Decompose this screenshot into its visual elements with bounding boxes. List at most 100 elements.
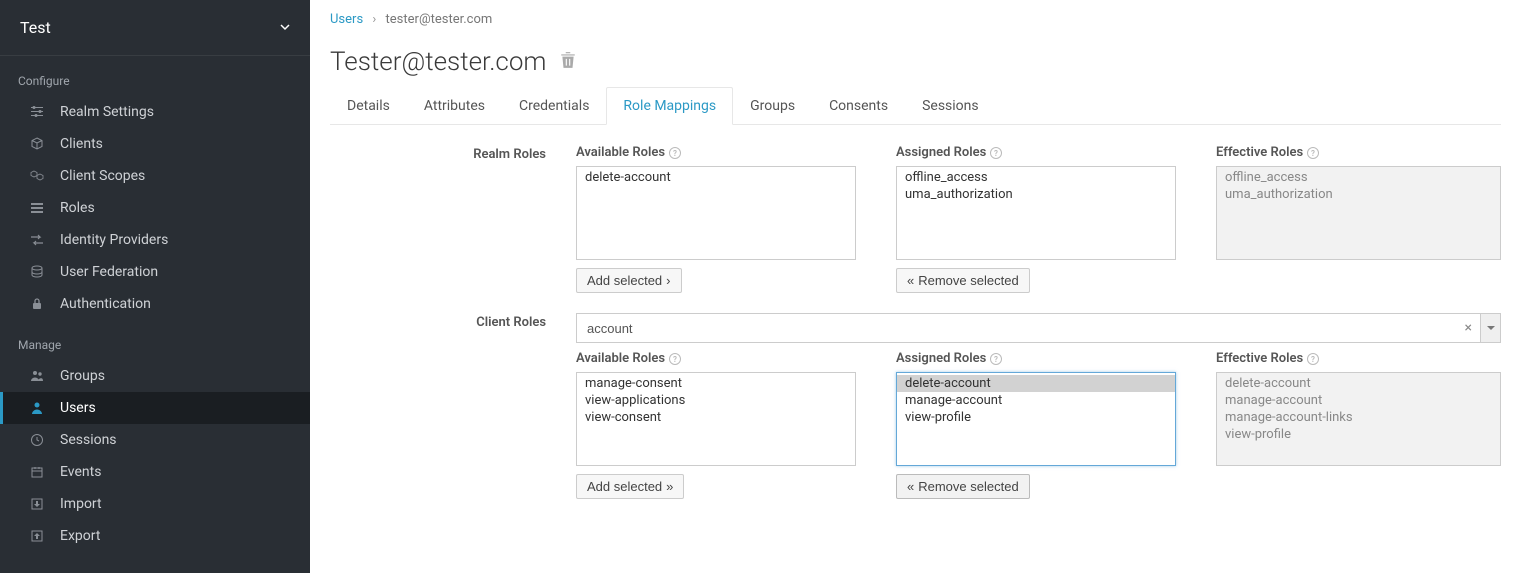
sidebar-item-groups[interactable]: Groups xyxy=(0,360,310,392)
list-item[interactable]: view-profile xyxy=(1217,426,1500,443)
sidebar-item-events[interactable]: Events xyxy=(0,456,310,488)
tab-credentials[interactable]: Credentials xyxy=(502,87,606,125)
lock-icon xyxy=(30,297,44,311)
dropdown-toggle[interactable] xyxy=(1480,314,1500,342)
sidebar-item-users[interactable]: Users xyxy=(0,392,310,424)
sidebar-item-export[interactable]: Export xyxy=(0,520,310,552)
sidebar-item-client-scopes[interactable]: Client Scopes xyxy=(0,160,310,192)
sidebar-item-label: Client Scopes xyxy=(60,168,145,184)
realm-assigned-roles-list[interactable]: offline_accessuma_authorization xyxy=(896,166,1176,260)
tab-details[interactable]: Details xyxy=(330,87,407,125)
realm-name: Test xyxy=(20,18,51,37)
tab-groups[interactable]: Groups xyxy=(733,87,812,125)
available-roles-label: Available Roles xyxy=(576,351,665,366)
sidebar-item-label: Identity Providers xyxy=(60,232,168,248)
users-icon xyxy=(30,369,44,383)
remove-selected-button[interactable]: «Remove selected xyxy=(896,268,1030,293)
add-selected-button[interactable]: Add selected» xyxy=(576,474,684,499)
list-item[interactable]: uma_authorization xyxy=(897,186,1175,203)
list-item[interactable]: view-applications xyxy=(577,392,855,409)
sliders-icon xyxy=(30,105,44,119)
remove-selected-button[interactable]: «Remove selected xyxy=(896,474,1030,499)
breadcrumb: Users › tester@tester.com xyxy=(330,12,1501,27)
sidebar-item-label: Authentication xyxy=(60,296,151,312)
list-item[interactable]: manage-account xyxy=(897,392,1175,409)
list-item[interactable]: offline_access xyxy=(1217,169,1500,186)
list-icon xyxy=(30,201,44,215)
sidebar-item-label: Export xyxy=(60,528,100,544)
help-icon[interactable]: ? xyxy=(669,352,681,366)
tabs: DetailsAttributesCredentialsRole Mapping… xyxy=(330,87,1501,125)
effective-roles-label: Effective Roles xyxy=(1216,145,1303,160)
realm-roles-label: Realm Roles xyxy=(330,145,576,162)
calendar-icon xyxy=(30,465,44,479)
page-title: Tester@tester.com xyxy=(330,47,546,77)
sidebar-item-realm-settings[interactable]: Realm Settings xyxy=(0,96,310,128)
svg-text:?: ? xyxy=(994,149,998,158)
client-select-input[interactable] xyxy=(577,321,1457,336)
realm-selector[interactable]: Test xyxy=(0,0,310,56)
chevron-right-icon: » xyxy=(666,479,673,494)
list-item[interactable]: view-profile xyxy=(897,409,1175,426)
list-item[interactable]: manage-consent xyxy=(577,375,855,392)
breadcrumb-root-link[interactable]: Users xyxy=(330,12,363,27)
client-assigned-roles-list[interactable]: delete-accountmanage-accountview-profile xyxy=(896,372,1176,466)
sidebar-item-label: Clients xyxy=(60,136,103,152)
available-roles-label: Available Roles xyxy=(576,145,665,160)
sidebar-item-authentication[interactable]: Authentication xyxy=(0,288,310,320)
add-selected-button[interactable]: Add selected› xyxy=(576,268,682,293)
chevron-right-icon: › xyxy=(666,273,670,288)
list-item[interactable]: manage-account xyxy=(1217,392,1500,409)
tab-attributes[interactable]: Attributes xyxy=(407,87,502,125)
sidebar-item-identity-providers[interactable]: Identity Providers xyxy=(0,224,310,256)
sidebar-item-import[interactable]: Import xyxy=(0,488,310,520)
client-select[interactable]: × xyxy=(576,313,1501,343)
list-item[interactable]: view-consent xyxy=(577,409,855,426)
list-item[interactable]: offline_access xyxy=(897,169,1175,186)
help-icon[interactable]: ? xyxy=(1307,352,1319,366)
sidebar-item-label: Events xyxy=(60,464,101,480)
assigned-roles-label: Assigned Roles xyxy=(896,351,986,366)
svg-text:?: ? xyxy=(673,355,677,364)
list-item[interactable]: delete-account xyxy=(577,169,855,186)
svg-text:?: ? xyxy=(1311,355,1315,364)
svg-text:?: ? xyxy=(994,355,998,364)
sidebar-item-label: Users xyxy=(60,400,96,416)
breadcrumb-separator: › xyxy=(372,12,376,27)
effective-roles-label: Effective Roles xyxy=(1216,351,1303,366)
help-icon[interactable]: ? xyxy=(669,146,681,160)
main-content: Users › tester@tester.com Tester@tester.… xyxy=(310,0,1521,573)
sidebar-item-sessions[interactable]: Sessions xyxy=(0,424,310,456)
sidebar-item-label: Groups xyxy=(60,368,105,384)
list-item[interactable]: delete-account xyxy=(897,375,1175,392)
clock-icon xyxy=(30,433,44,447)
svg-text:?: ? xyxy=(1311,149,1315,158)
tab-consents[interactable]: Consents xyxy=(812,87,905,125)
clear-icon[interactable]: × xyxy=(1457,320,1480,336)
sidebar-item-user-federation[interactable]: User Federation xyxy=(0,256,310,288)
help-icon[interactable]: ? xyxy=(990,352,1002,366)
tab-sessions[interactable]: Sessions xyxy=(905,87,996,125)
export-icon xyxy=(30,529,44,543)
list-item[interactable]: manage-account-links xyxy=(1217,409,1500,426)
realm-available-roles-list[interactable]: delete-account xyxy=(576,166,856,260)
sidebar: Test Configure Realm SettingsClientsClie… xyxy=(0,0,310,573)
sidebar-item-label: Sessions xyxy=(60,432,117,448)
help-icon[interactable]: ? xyxy=(990,146,1002,160)
sidebar-item-label: Roles xyxy=(60,200,95,216)
cube-icon xyxy=(30,137,44,151)
tab-role-mappings[interactable]: Role Mappings xyxy=(606,87,733,125)
sidebar-section-manage: Manage xyxy=(0,320,310,360)
help-icon[interactable]: ? xyxy=(1307,146,1319,160)
client-available-roles-list[interactable]: manage-consentview-applicationsview-cons… xyxy=(576,372,856,466)
list-item[interactable]: uma_authorization xyxy=(1217,186,1500,203)
chevron-left-icon: « xyxy=(907,479,914,494)
client-effective-roles-list: delete-accountmanage-accountmanage-accou… xyxy=(1216,372,1501,466)
sidebar-item-label: Realm Settings xyxy=(60,104,154,120)
sidebar-item-roles[interactable]: Roles xyxy=(0,192,310,224)
sidebar-item-clients[interactable]: Clients xyxy=(0,128,310,160)
trash-icon[interactable] xyxy=(560,51,576,73)
list-item[interactable]: delete-account xyxy=(1217,375,1500,392)
import-icon xyxy=(30,497,44,511)
database-icon xyxy=(30,265,44,279)
